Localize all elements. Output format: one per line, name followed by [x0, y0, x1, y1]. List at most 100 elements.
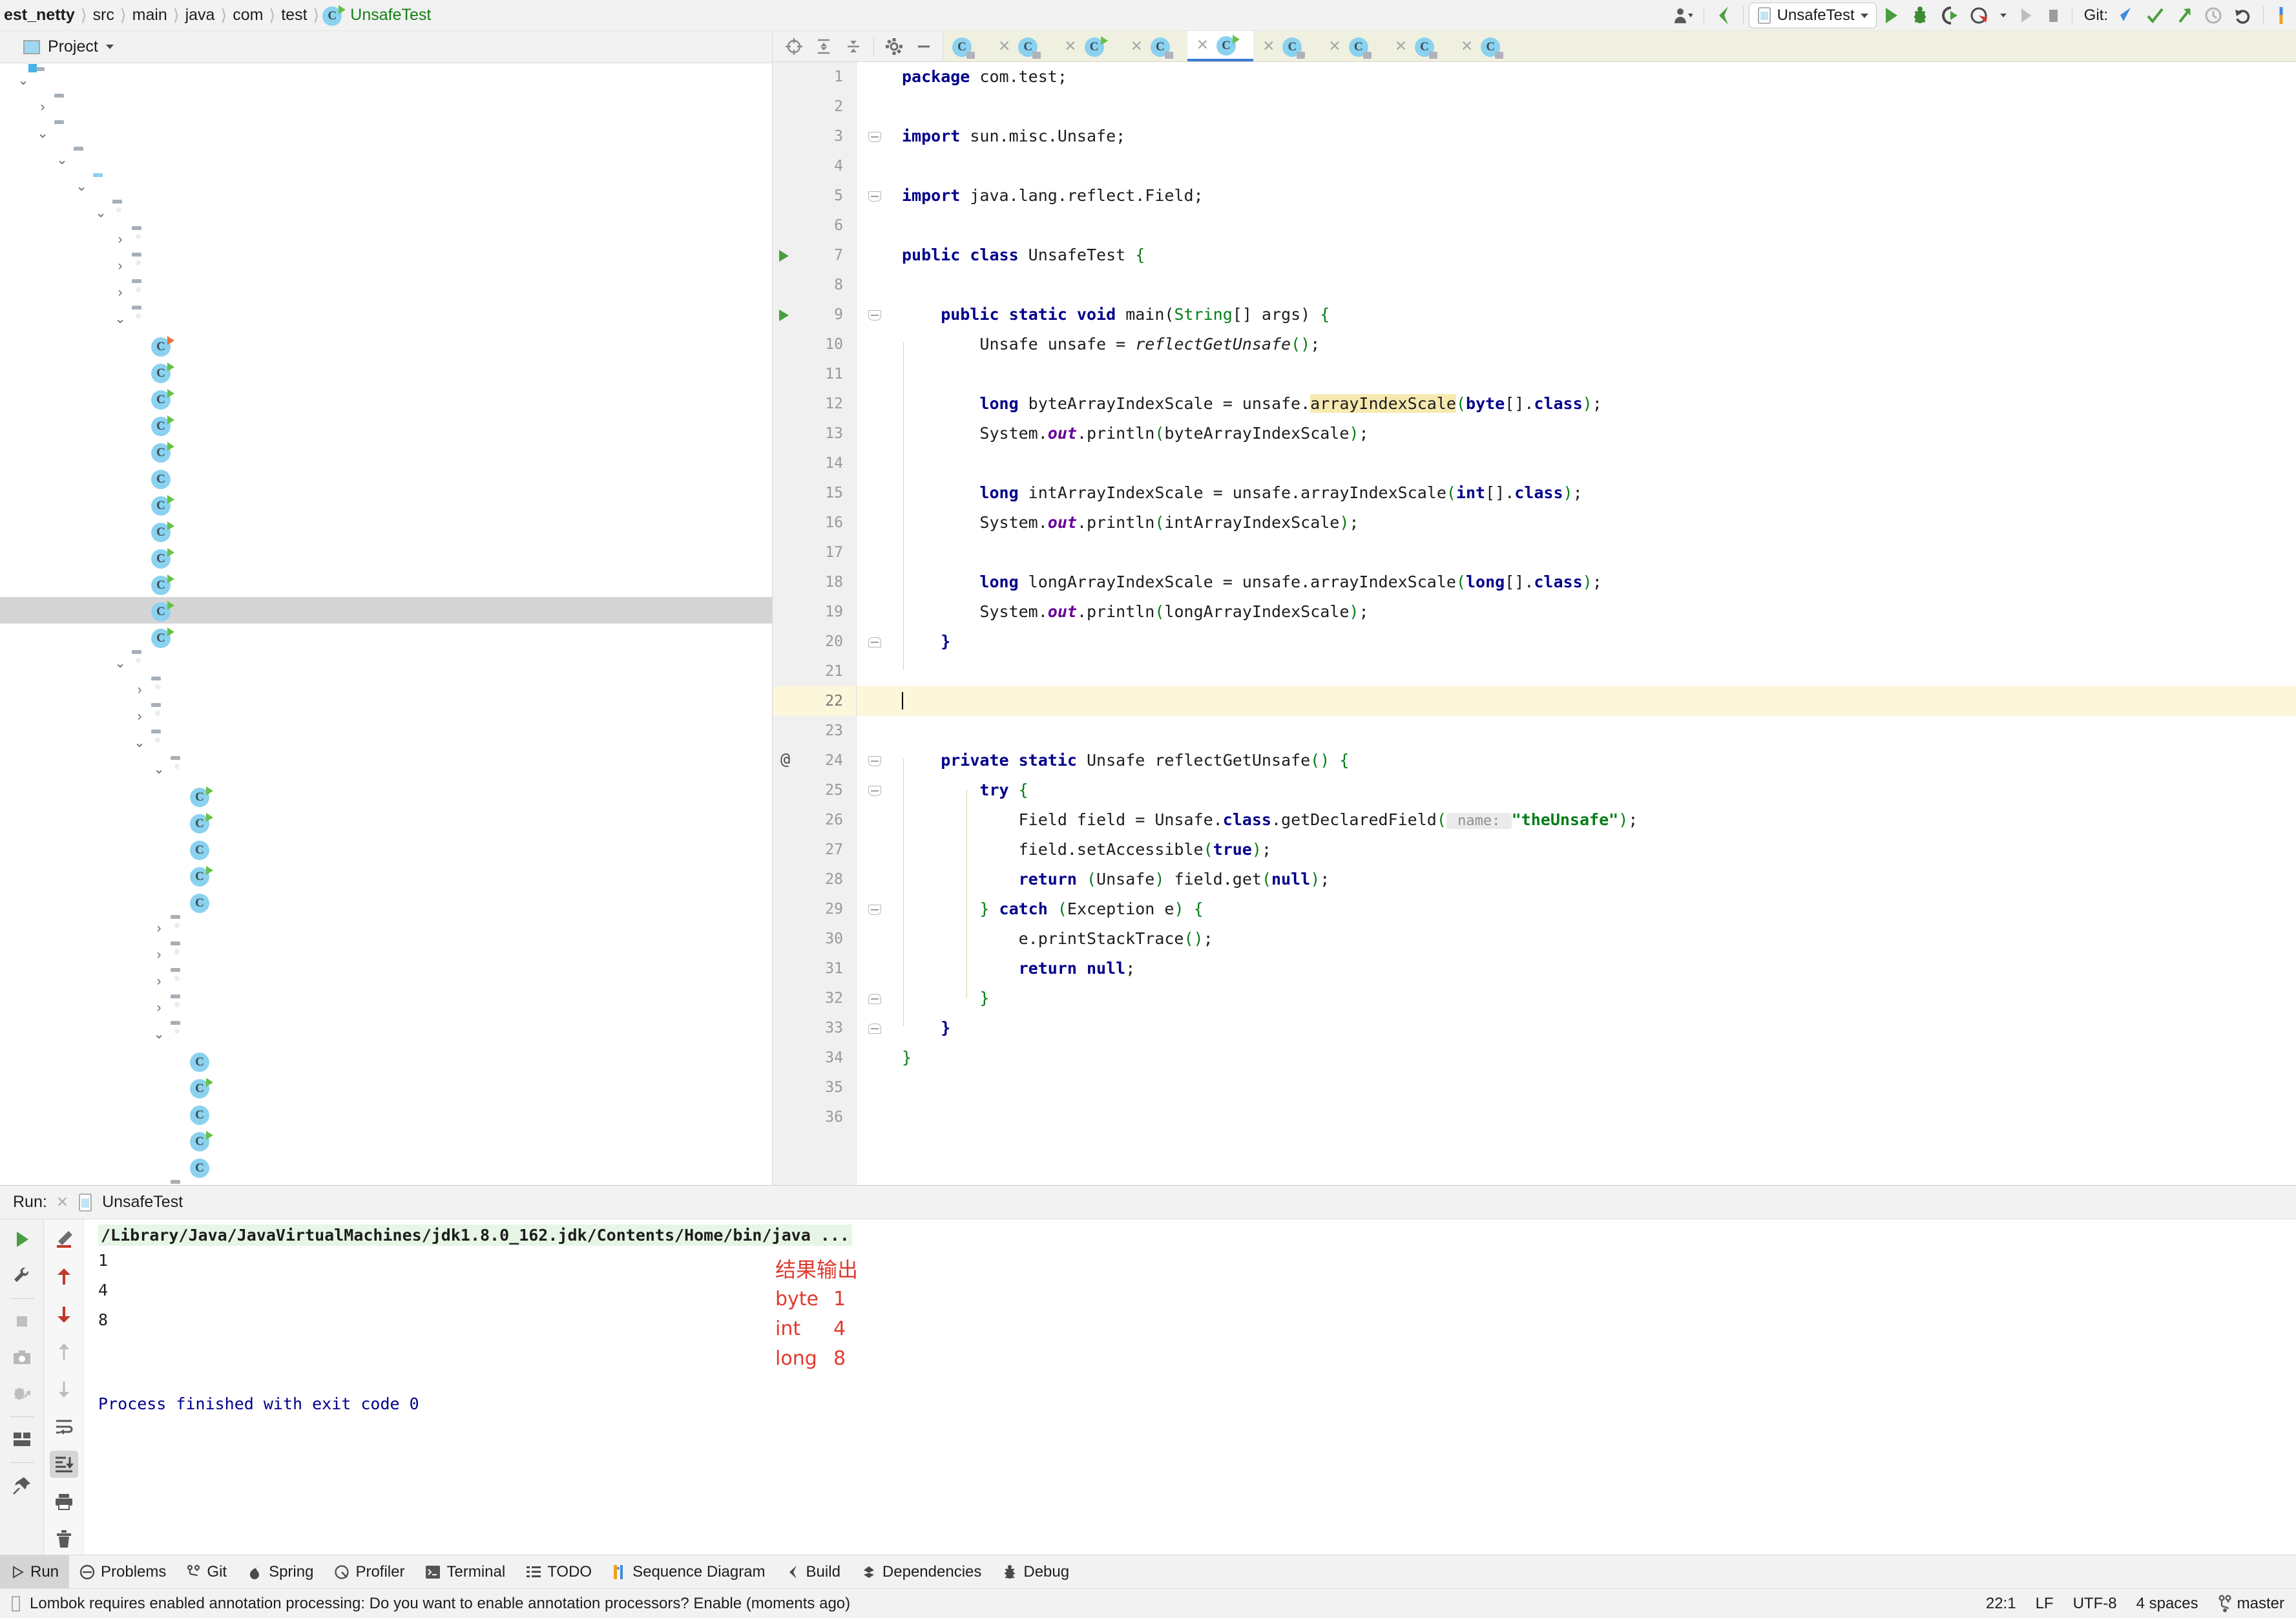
- breadcrumb-item-src[interactable]: src: [90, 6, 117, 25]
- code-line[interactable]: long byteArrayIndexScale = unsafe.arrayI…: [895, 389, 2296, 419]
- down-arrow-icon[interactable]: [50, 1301, 78, 1328]
- close-icon[interactable]: ✕: [1131, 37, 1145, 55]
- chevron-right-icon[interactable]: ›: [31, 100, 54, 114]
- run-gutter-icon[interactable]: [779, 250, 789, 262]
- bottom-bar-item-terminal[interactable]: Terminal: [415, 1555, 516, 1588]
- tree-node-nettyserver[interactable]: C: [0, 1127, 772, 1153]
- code-line[interactable]: long intArrayIndexScale = unsafe.arrayIn…: [895, 478, 2296, 508]
- close-icon[interactable]: ✕: [1328, 37, 1342, 55]
- code-line[interactable]: System.out.println(intArrayIndexScale);: [895, 508, 2296, 538]
- bottom-bar-item-problems[interactable]: Problems: [69, 1555, 176, 1588]
- git-update-icon[interactable]: [2112, 1, 2140, 30]
- highlight-errors-icon[interactable]: [50, 1226, 78, 1253]
- hide-icon[interactable]: [909, 32, 939, 61]
- tree-node-fastthreadlocaltest2[interactable]: C: [0, 359, 772, 385]
- tree-node-com[interactable]: ⌄: [0, 200, 772, 226]
- code-line[interactable]: [895, 211, 2296, 240]
- annotation-gutter-icon[interactable]: @: [780, 750, 790, 768]
- chevron-down-icon[interactable]: [105, 45, 114, 49]
- code-line[interactable]: [895, 1073, 2296, 1102]
- editor-tab-platformdependent0-java[interactable]: ✕ C: [989, 31, 1056, 61]
- rerun-icon[interactable]: [8, 1226, 36, 1253]
- chevron-right-icon[interactable]: ›: [109, 259, 132, 273]
- close-icon[interactable]: ✕: [1064, 37, 1078, 55]
- breadcrumb-item-main[interactable]: main: [130, 6, 170, 25]
- chevron-down-icon[interactable]: ⌄: [128, 736, 151, 750]
- file-encoding[interactable]: UTF-8: [2073, 1595, 2117, 1613]
- editor-tab-reflectionutil-ja[interactable]: ✕ C: [1451, 31, 1518, 61]
- tree-node-aio[interactable]: ›: [0, 677, 772, 703]
- scroll-to-end-icon[interactable]: [49, 1451, 78, 1478]
- code-line[interactable]: [895, 716, 2296, 746]
- tree-node-nettyclienthandler[interactable]: C: [0, 1100, 772, 1127]
- gear-icon[interactable]: [879, 32, 909, 61]
- tree-node-bio[interactable]: ›: [0, 703, 772, 730]
- tree-node-fujian[interactable]: ›: [0, 253, 772, 279]
- collapse-all-icon[interactable]: [839, 32, 868, 61]
- back-arrow-icon[interactable]: [1709, 1, 1738, 30]
- git-commit-icon[interactable]: [2140, 1, 2170, 30]
- code-line[interactable]: [895, 1102, 2296, 1132]
- tree-node-unsafetest2[interactable]: C: [0, 624, 772, 650]
- tree-node-fastthreadlocaltest5[interactable]: C: [0, 438, 772, 465]
- code-line[interactable]: [895, 657, 2296, 686]
- chevron-down-icon[interactable]: ⌄: [147, 1027, 171, 1041]
- breadcrumb-item-file[interactable]: UnsafeTest: [348, 6, 433, 25]
- tree-node-fastthreadlocaltest3[interactable]: C: [0, 385, 772, 412]
- chevron-down-icon[interactable]: ⌄: [89, 206, 112, 220]
- code-line[interactable]: System.out.println(longArrayIndexScale);: [895, 597, 2296, 627]
- code-content[interactable]: package com.test; import sun.misc.Unsafe…: [895, 62, 2296, 1185]
- git-history-icon[interactable]: [2198, 1, 2228, 30]
- locate-icon[interactable]: [779, 32, 809, 61]
- print-icon[interactable]: [50, 1488, 78, 1515]
- bottom-bar-item-run[interactable]: Run: [0, 1555, 70, 1588]
- tree-node-nettyclient[interactable]: C: [0, 1074, 772, 1100]
- editor-tab-asmutils-java[interactable]: ✕ C: [1121, 31, 1187, 61]
- fold-open-icon[interactable]: [868, 191, 881, 202]
- tree-node-splitpacket[interactable]: ›: [0, 1180, 772, 1185]
- editor-tab-buffer-java[interactable]: ✕ C: [1385, 31, 1452, 61]
- code-line[interactable]: e.printStackTrace();: [895, 924, 2296, 954]
- tree-node-base[interactable]: ⌄: [0, 756, 772, 783]
- bottom-bar-item-sequence-diagram[interactable]: Sequence Diagram: [602, 1555, 775, 1588]
- code-line[interactable]: try {: [895, 775, 2296, 805]
- chevron-right-icon[interactable]: ›: [147, 921, 171, 935]
- editor-tab-bar[interactable]: C ✕ C ✕ C ✕ C ✕ C ✕ C ✕ C ✕ C ✕ C: [773, 31, 2296, 62]
- editor-tab-nkedarrayqueue-class[interactable]: C: [943, 31, 989, 61]
- code-line[interactable]: import java.lang.reflect.Field;: [895, 181, 2296, 211]
- tree-node-java[interactable]: ⌄: [0, 173, 772, 200]
- dump-threads-icon[interactable]: [8, 1380, 36, 1407]
- tree-node-threadtest4[interactable]: C: [0, 571, 772, 597]
- tree-node-test[interactable]: ⌄: [0, 306, 772, 332]
- close-icon[interactable]: ✕: [998, 37, 1012, 55]
- caret-position[interactable]: 22:1: [1986, 1595, 2016, 1613]
- fold-marker-gutter[interactable]: [857, 62, 895, 1185]
- expand-all-icon[interactable]: [809, 32, 839, 61]
- code-line[interactable]: package com.test;: [895, 62, 2296, 92]
- chevron-right-icon[interactable]: ›: [109, 286, 132, 299]
- chevron-down-icon[interactable]: ⌄: [147, 762, 171, 776]
- code-line[interactable]: }: [895, 627, 2296, 657]
- settings-icon[interactable]: [8, 1262, 36, 1289]
- code-line[interactable]: [895, 359, 2296, 389]
- code-line[interactable]: [895, 448, 2296, 478]
- bottom-bar-item-todo[interactable]: TODO: [516, 1555, 602, 1588]
- code-line[interactable]: [895, 270, 2296, 300]
- tree-node-fastthreadlocaltest[interactable]: C: [0, 332, 772, 359]
- git-push-icon[interactable]: [2170, 1, 2198, 30]
- code-line[interactable]: Unsafe unsafe = reflectGetUnsafe();: [895, 330, 2296, 359]
- git-rollback-icon[interactable]: [2228, 1, 2258, 30]
- notification-icon[interactable]: [12, 1595, 21, 1612]
- tree-node-directbuffer[interactable]: ›: [0, 968, 772, 994]
- close-icon[interactable]: ✕: [1196, 36, 1211, 54]
- run-config-name[interactable]: UnsafeTest: [102, 1193, 183, 1212]
- fold-open-icon[interactable]: [868, 905, 881, 915]
- code-line[interactable]: } catch (Exception e) {: [895, 894, 2296, 924]
- user-dropdown-icon[interactable]: [1667, 1, 1698, 30]
- bottom-bar-item-profiler[interactable]: Profiler: [324, 1555, 415, 1588]
- close-icon[interactable]: ✕: [56, 1193, 68, 1211]
- code-line[interactable]: [895, 151, 2296, 181]
- code-line[interactable]: [895, 92, 2296, 121]
- tree-node-nettybytebuf[interactable]: C: [0, 783, 772, 809]
- prev-icon[interactable]: [50, 1338, 78, 1365]
